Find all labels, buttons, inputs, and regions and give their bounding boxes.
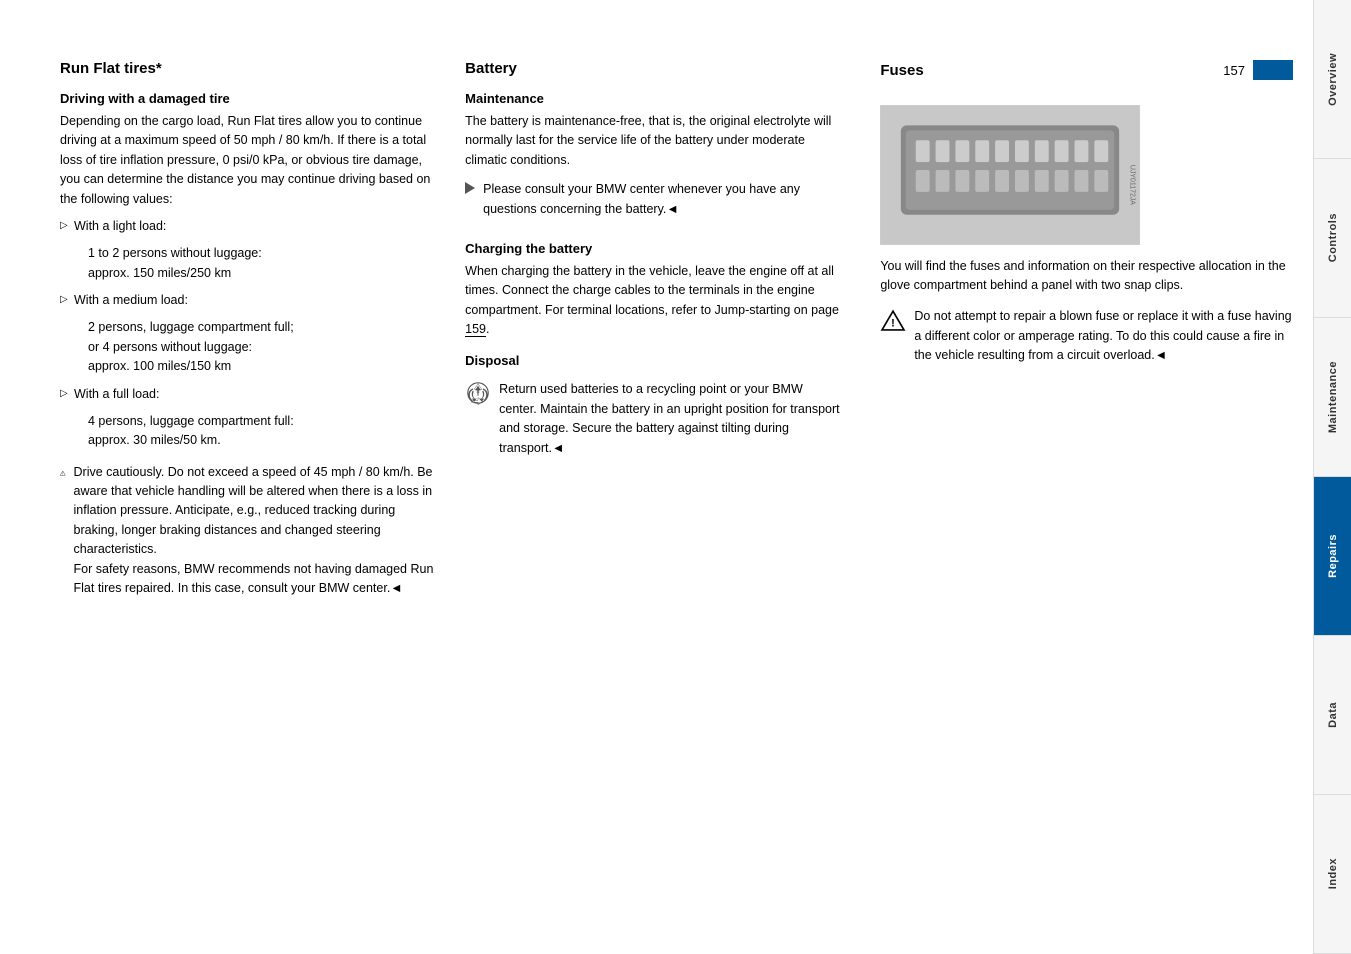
sidebar: Overview Controls Maintenance Repairs Da…	[1313, 0, 1351, 954]
run-flat-warning-box: ! Drive cautiously. Do not exceed a spee…	[60, 463, 435, 607]
fuses-title: Fuses	[880, 62, 923, 79]
list-item: With a light load:	[60, 217, 435, 236]
fuses-text1: You will find the fuses and information …	[880, 257, 1293, 296]
sidebar-tab-data[interactable]: Data	[1314, 636, 1351, 795]
sidebar-tab-overview[interactable]: Overview	[1314, 0, 1351, 159]
note-play-icon	[465, 182, 475, 194]
fuses-warning-icon: !	[880, 309, 906, 331]
sidebar-tab-overview-label: Overview	[1327, 53, 1339, 106]
charging-battery-title: Charging the battery	[465, 241, 840, 256]
list-item: 1 to 2 persons without luggage:approx. 1…	[60, 244, 435, 283]
sidebar-tab-data-label: Data	[1327, 702, 1339, 728]
recycle-icon	[465, 380, 491, 406]
svg-text:UJY01172JA: UJY01172JA	[1129, 164, 1136, 204]
sidebar-tab-maintenance[interactable]: Maintenance	[1314, 318, 1351, 477]
list-item: 2 persons, luggage compartment full;or 4…	[60, 318, 435, 376]
list-item: 4 persons, luggage compartment full:appr…	[60, 412, 435, 451]
main-content: Run Flat tires* Driving with a damaged t…	[0, 0, 1313, 954]
fuse-box-svg: UJY01172JA	[881, 105, 1139, 245]
driving-damaged-tire-title: Driving with a damaged tire	[60, 91, 435, 106]
fuses-warning-box: ! Do not attempt to repair a blown fuse …	[880, 307, 1293, 373]
disposal-box: Return used batteries to a recycling poi…	[465, 380, 840, 466]
charging-para: When charging the battery in the vehicle…	[465, 262, 840, 340]
battery-title: Battery	[465, 60, 840, 77]
run-flat-bullet-list: With a light load: 1 to 2 persons withou…	[60, 217, 435, 451]
sidebar-tab-controls-label: Controls	[1327, 213, 1339, 262]
sidebar-tab-repairs-label: Repairs	[1327, 534, 1339, 578]
fuses-header: Fuses 157	[880, 60, 1293, 91]
warning-triangle-icon: !	[60, 463, 66, 483]
sidebar-tab-repairs[interactable]: Repairs	[1314, 477, 1351, 636]
battery-note-box: Please consult your BMW center whenever …	[465, 180, 840, 227]
col-run-flat-tires: Run Flat tires* Driving with a damaged t…	[60, 60, 465, 914]
list-item: With a full load:	[60, 385, 435, 404]
battery-note-text: Please consult your BMW center whenever …	[483, 180, 840, 219]
maintenance-title: Maintenance	[465, 91, 840, 106]
maintenance-para: The battery is maintenance-free, that is…	[465, 112, 840, 170]
sidebar-tab-index[interactable]: Index	[1314, 795, 1351, 954]
fuses-image: UJY01172JA	[880, 105, 1140, 245]
run-flat-tires-title: Run Flat tires*	[60, 60, 435, 77]
disposal-title: Disposal	[465, 353, 840, 368]
page-container: Run Flat tires* Driving with a damaged t…	[0, 0, 1351, 954]
sidebar-tab-maintenance-label: Maintenance	[1327, 361, 1339, 433]
page-number: 157	[1223, 63, 1245, 78]
run-flat-intro-para: Depending on the cargo load, Run Flat ti…	[60, 112, 435, 209]
svg-text:!: !	[891, 318, 895, 330]
list-item: With a medium load:	[60, 291, 435, 310]
blue-page-bar	[1253, 60, 1293, 80]
run-flat-warning-text: Drive cautiously. Do not exceed a speed …	[74, 463, 436, 599]
col-fuses: Fuses 157	[870, 60, 1293, 914]
sidebar-tab-index-label: Index	[1327, 858, 1339, 889]
fuses-warning-text: Do not attempt to repair a blown fuse or…	[914, 307, 1293, 365]
fuses-image-inner: UJY01172JA	[881, 106, 1139, 244]
disposal-text: Return used batteries to a recycling poi…	[499, 380, 840, 458]
sidebar-tab-controls[interactable]: Controls	[1314, 159, 1351, 318]
svg-text:!: !	[62, 472, 63, 475]
col-battery: Battery Maintenance The battery is maint…	[465, 60, 870, 914]
